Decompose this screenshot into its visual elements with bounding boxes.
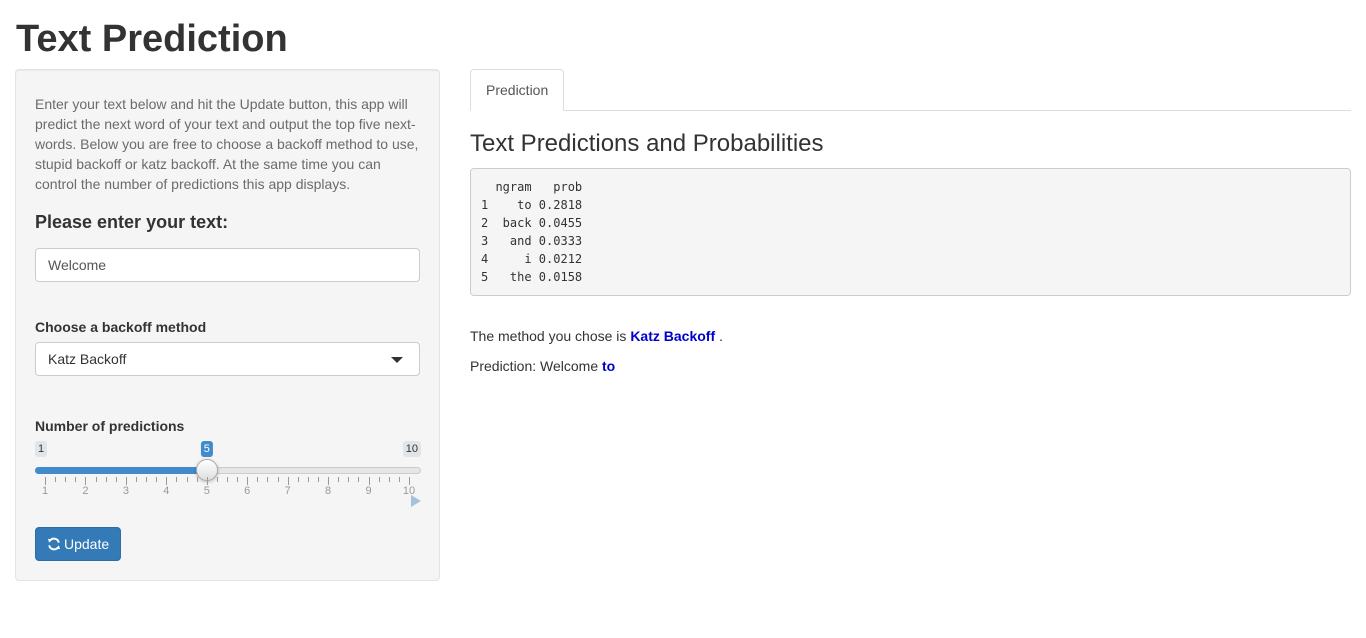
slider-minor-tick xyxy=(297,477,299,482)
output-line: ngram prob xyxy=(481,180,583,194)
update-button-label: Update xyxy=(64,536,110,552)
sidebar-panel: Enter your text below and hit the Update… xyxy=(15,69,440,581)
slider-minor-tick xyxy=(307,477,309,482)
slider-minor-tick xyxy=(95,477,97,482)
chevron-down-icon xyxy=(391,357,403,363)
slider-tick-label: 4 xyxy=(163,485,170,497)
slider-minor-tick xyxy=(227,477,228,482)
text-input-label: Please enter your text: xyxy=(35,212,229,232)
slider-minor-tick xyxy=(186,477,188,482)
output-line: 5 the 0.0158 xyxy=(481,270,583,284)
backoff-method-value: Katz Backoff xyxy=(48,351,127,367)
slider-tick-label: 9 xyxy=(365,485,372,497)
tab-prediction[interactable]: Prediction xyxy=(470,69,565,111)
slider-minor-tick xyxy=(237,477,239,482)
slider-tick-label: 8 xyxy=(325,485,332,497)
prediction-output: ngram prob 1 to 0.2818 2 back 0.0455 3 and … xyxy=(470,168,1351,296)
slider-minor-tick xyxy=(105,477,107,482)
page-title: Text Prediction xyxy=(16,18,288,60)
slider-minor-tick xyxy=(318,477,319,482)
play-icon[interactable] xyxy=(411,495,421,507)
slider-minor-tick xyxy=(115,477,117,482)
slider-minor-tick xyxy=(55,477,57,482)
update-button[interactable]: Update xyxy=(35,527,122,561)
refresh-icon xyxy=(48,537,60,551)
method-prefix: The method you chose is xyxy=(470,328,631,344)
slider-minor-tick xyxy=(156,477,158,482)
slider-minor-tick xyxy=(358,477,360,482)
slider-minor-tick xyxy=(176,477,178,482)
tab-bar: Prediction xyxy=(470,69,1351,111)
backoff-method-select[interactable]: Katz Backoff xyxy=(35,342,420,376)
method-suffix: . xyxy=(715,328,723,344)
text-input-value: Welcome xyxy=(48,257,107,273)
main-panel: Prediction Text Predictions and Probabil… xyxy=(470,69,1351,374)
slider-minor-tick xyxy=(65,477,67,482)
slider-minor-tick xyxy=(146,477,148,482)
slider-minor-tick xyxy=(348,477,350,482)
text-input[interactable]: Welcome xyxy=(35,248,420,282)
prediction-line: Prediction: Welcome to xyxy=(470,356,615,376)
slider-tick-label: 3 xyxy=(122,485,129,497)
slider-minor-tick xyxy=(267,477,269,482)
num-predictions-label: Number of predictions xyxy=(35,418,185,434)
slider-tick-label: 2 xyxy=(82,485,89,497)
slider-minor-tick xyxy=(196,477,198,482)
slider-fill xyxy=(35,467,207,474)
prediction-prefix: Prediction: Welcome xyxy=(470,358,603,374)
slider-minor-tick xyxy=(388,477,390,482)
backoff-method-label: Choose a backoff method xyxy=(35,319,207,335)
slider-max-label: 10 xyxy=(402,441,421,457)
slider-tick-label: 1 xyxy=(41,485,49,497)
slider-minor-tick xyxy=(378,477,380,482)
output-line: 1 to 0.2818 xyxy=(481,198,583,212)
num-predictions-slider[interactable]: 1 10 5 1 2 3 4 5 6 7 8 9 10 xyxy=(35,441,421,507)
slider-minor-tick xyxy=(75,477,77,482)
slider-minor-tick xyxy=(338,477,340,482)
slider-tick-label: 6 xyxy=(244,485,251,497)
slider-minor-tick xyxy=(398,477,400,482)
slider-minor-tick xyxy=(216,477,218,482)
slider-minor-tick xyxy=(136,477,137,482)
slider-tick-label: 7 xyxy=(284,485,291,497)
slider-value-label: 5 xyxy=(200,441,213,457)
intro-text: Enter your text below and hit the Update… xyxy=(35,96,419,192)
section-title: Text Predictions and Probabilities xyxy=(470,130,824,157)
output-line: 2 back 0.0455 xyxy=(481,216,583,230)
slider-min-label: 1 xyxy=(35,441,48,457)
prediction-value: to xyxy=(602,358,616,374)
slider-minor-tick xyxy=(277,477,279,482)
method-line: The method you chose is Katz Backoff . xyxy=(470,326,723,346)
slider-tick-label: 5 xyxy=(203,485,210,497)
output-line: 3 and 0.0333 xyxy=(481,234,583,248)
method-value: Katz Backoff xyxy=(630,328,716,344)
slider-minor-tick xyxy=(257,477,259,482)
output-line: 4 i 0.0212 xyxy=(481,252,583,266)
